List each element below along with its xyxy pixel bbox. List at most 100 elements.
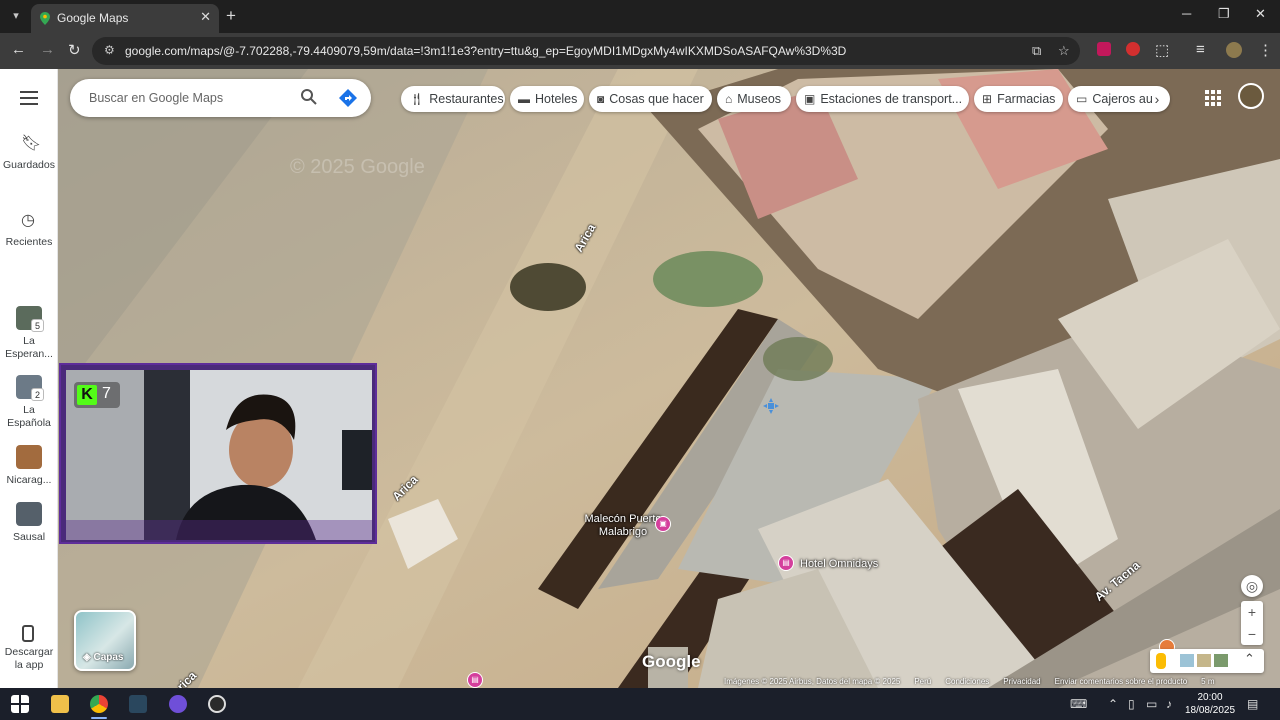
notification-icon[interactable]: ▤ [1247, 697, 1258, 711]
atm-icon: ▭ [1076, 92, 1088, 106]
browser-menu-icon[interactable]: ⋮ [1258, 41, 1273, 59]
recent-label[interactable]: Recientes [2, 236, 56, 249]
chrome-icon[interactable] [90, 695, 108, 713]
tab-close-icon[interactable]: ✕ [200, 9, 211, 25]
window-close-icon[interactable]: ✕ [1255, 6, 1266, 22]
feedback-link[interactable]: Enviar comentarios sobre el producto [1055, 677, 1188, 686]
expand-up-icon[interactable]: ⌃ [1244, 651, 1255, 667]
address-bar[interactable]: ⚙ google.com/maps/@-7.702288,-79.4409079… [92, 37, 1080, 65]
zoom-out-icon[interactable]: − [1241, 623, 1263, 645]
terms-link[interactable]: Condiciones [945, 677, 989, 686]
bookmark-star-icon[interactable]: ☆ [1058, 43, 1070, 59]
discord-icon[interactable] [169, 695, 187, 713]
chevron-right-icon[interactable]: › [1146, 88, 1168, 110]
chip-label: Museos [737, 92, 782, 106]
pharmacy-icon: ⊞ [982, 92, 993, 106]
privacy-link[interactable]: Privacidad [1003, 677, 1040, 686]
extensions-puzzle-icon[interactable]: ⬚ [1155, 41, 1169, 59]
install-app-icon[interactable]: ⧉ [1032, 43, 1041, 59]
new-tab-button[interactable]: + [226, 6, 236, 26]
camera-icon: ◙ [597, 92, 605, 106]
keyboard-icon[interactable]: ⌨ [1070, 697, 1087, 711]
profile-avatar-icon[interactable] [1226, 42, 1242, 58]
thumbnail-icon[interactable] [1180, 654, 1194, 667]
my-location-button[interactable]: ◎ [1241, 575, 1263, 597]
chip-museums[interactable]: ⌂ Museos [717, 86, 791, 112]
chip-restaurants[interactable]: 🍴︎ Restaurantes [401, 86, 505, 112]
poi-label-hotel-omnidays[interactable]: Hotel Omnidays [800, 558, 878, 571]
place-count-badge: 2 [31, 388, 44, 401]
restore-icon[interactable]: ❐ [1218, 6, 1230, 22]
place-pin-icon[interactable]: ▤ [467, 672, 483, 688]
forward-icon[interactable]: → [40, 41, 55, 58]
tray-expand-icon[interactable]: ⌃ [1108, 697, 1118, 711]
reload-icon[interactable]: ↻ [68, 41, 81, 59]
webcam-overlay: K 7 [59, 363, 377, 544]
imagery-credit: Imágenes © 2025 Airbus, Datos del mapa ©… [724, 677, 901, 686]
hotel-pin-icon[interactable]: ▤ [778, 555, 794, 571]
chip-things-to-do[interactable]: ◙ Cosas que hacer [589, 86, 712, 112]
media-control-icon[interactable]: ≡ [1196, 41, 1205, 58]
recent-place-label[interactable]: La Española [2, 404, 56, 430]
bus-icon: ▣ [804, 92, 816, 106]
country-link[interactable]: Perú [914, 677, 931, 686]
download-app-label[interactable]: Descargar la app [0, 646, 58, 672]
recent-place-label[interactable]: Nicarag... [2, 474, 56, 487]
mic-icon[interactable]: ▯ [1128, 697, 1135, 711]
place-count-badge: 5 [31, 319, 44, 332]
menu-icon[interactable] [20, 91, 38, 105]
museum-icon: ⌂ [725, 92, 733, 106]
file-explorer-icon[interactable] [51, 695, 69, 713]
recent-place-thumb[interactable] [16, 445, 42, 469]
layers-button[interactable]: ◈ Capas [74, 610, 136, 671]
recent-place-thumb[interactable] [16, 502, 42, 526]
recent-place-label[interactable]: La Esperan... [2, 335, 56, 361]
chip-transit[interactable]: ▣ Estaciones de transport... [796, 86, 969, 112]
recent-place-label[interactable]: Sausal [2, 531, 56, 544]
chip-pharmacies[interactable]: ⊞ Farmacias [974, 86, 1063, 112]
museum-pin-icon[interactable]: ▣ [655, 516, 671, 532]
site-info-icon[interactable]: ⚙ [104, 43, 115, 57]
adblock-icon[interactable] [1126, 42, 1140, 56]
layers-label-text: Capas [93, 652, 124, 663]
back-icon[interactable]: ← [11, 41, 26, 58]
directions-icon[interactable] [338, 88, 358, 108]
chip-label: Restaurantes [429, 92, 504, 106]
thumbnail-icon[interactable] [1197, 654, 1211, 667]
search-box[interactable]: Buscar en Google Maps [70, 79, 371, 117]
tab-search-icon[interactable]: ▾ [6, 6, 26, 26]
pegman-icon[interactable] [1156, 653, 1166, 669]
network-icon[interactable]: ▭ [1146, 697, 1157, 711]
volume-icon[interactable]: ♪ [1166, 697, 1172, 711]
url-text[interactable]: google.com/maps/@-7.702288,-79.4409079,5… [125, 44, 846, 58]
google-logo: Google [642, 652, 701, 671]
maps-pin-icon [40, 12, 50, 25]
zoom-in-icon[interactable]: + [1241, 601, 1263, 623]
zoom-control: + − [1241, 601, 1263, 645]
bookmark-icon[interactable]: 🔖︎ [21, 133, 41, 153]
recent-place-thumb[interactable]: 2 [16, 375, 44, 401]
my-location-icon: ◎ [1245, 578, 1259, 594]
search-icon[interactable] [300, 88, 318, 106]
account-avatar[interactable] [1238, 83, 1264, 109]
search-input[interactable]: Buscar en Google Maps [89, 91, 223, 105]
minimize-icon[interactable]: ─ [1182, 6, 1191, 21]
apps-grid-icon[interactable] [1205, 90, 1221, 106]
thumbnail-icon[interactable] [1214, 654, 1228, 667]
taskbar-clock[interactable]: 20:00 18/08/2025 [1184, 691, 1236, 717]
windows-taskbar: ⌨ ⌃ ▯ ▭ ♪ 20:00 18/08/2025 ▤ [0, 688, 1280, 720]
windows-start-icon[interactable] [11, 695, 29, 713]
tab-google-maps[interactable]: Google Maps ✕ [31, 4, 219, 33]
saved-label[interactable]: Guardados [2, 159, 56, 172]
chip-label: Cosas que hacer [609, 92, 704, 106]
extension-icon[interactable] [1097, 42, 1111, 56]
map-watermark: © 2025 Google [290, 156, 425, 178]
phone-download-icon[interactable] [22, 625, 34, 642]
chip-hotels[interactable]: ▬ Hoteles [510, 86, 584, 112]
chip-label: Cajeros au [1092, 92, 1153, 106]
kick-viewer-badge: K 7 [74, 382, 120, 408]
history-icon[interactable]: ◷ [21, 210, 35, 230]
recent-place-thumb[interactable]: 5 [16, 306, 44, 332]
obs-icon[interactable] [208, 695, 226, 713]
steam-icon[interactable] [129, 695, 147, 713]
